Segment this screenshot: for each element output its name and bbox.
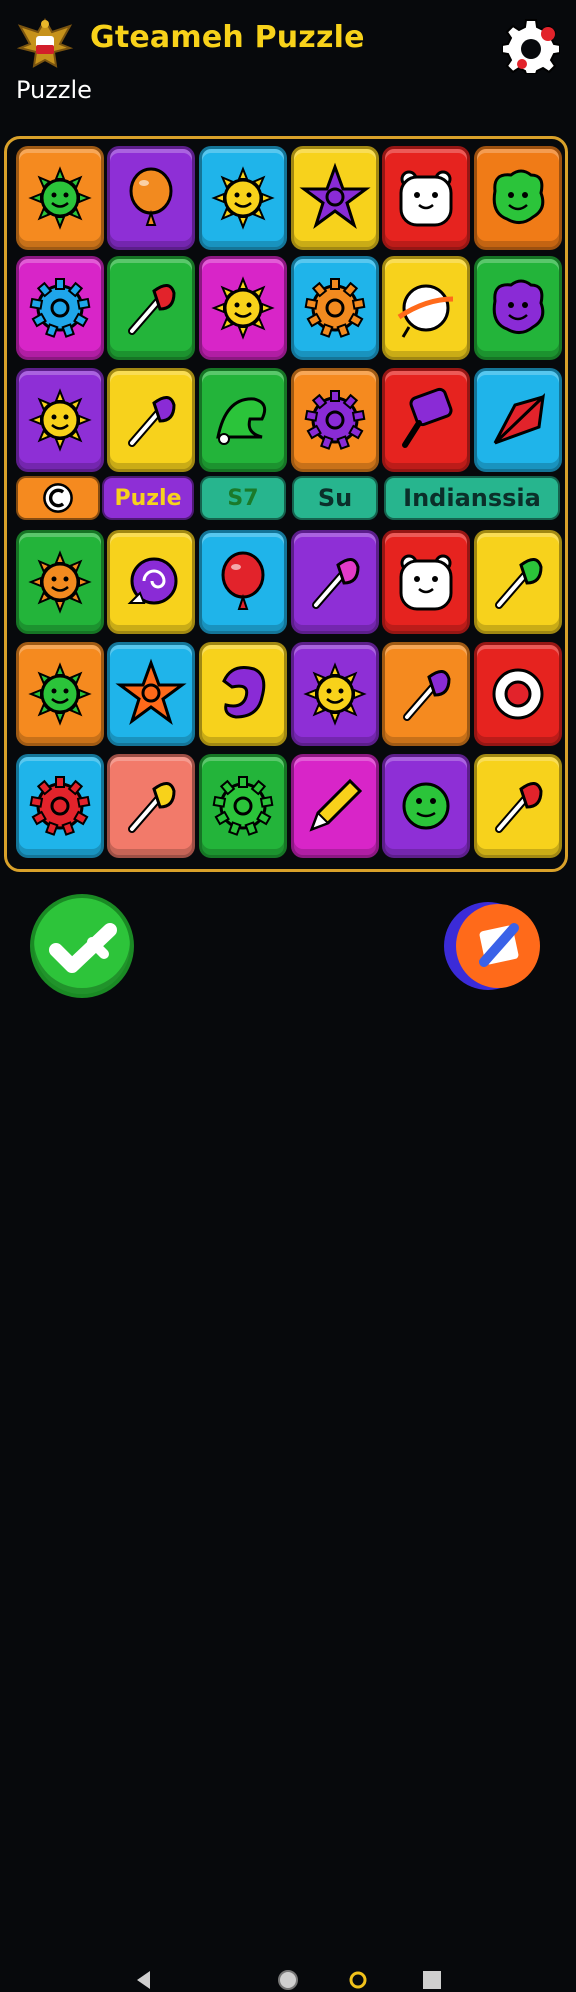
puzzle-tile[interactable] — [382, 368, 470, 472]
red-gear-icon — [29, 776, 91, 836]
square-icon[interactable] — [420, 1968, 444, 1992]
puzzle-tile[interactable] — [291, 146, 379, 250]
eagle-logo-icon — [16, 18, 74, 68]
orange-sun-icon — [28, 550, 92, 614]
pink-brush-icon — [312, 558, 360, 609]
puzzle-tile[interactable] — [291, 754, 379, 858]
word-pill-label: Su — [317, 484, 353, 512]
red-brush-icon — [495, 782, 543, 833]
word-pill-label: Indianssia — [403, 484, 541, 512]
word-pill[interactable]: Puzle — [102, 476, 194, 520]
puzzle-tile[interactable] — [16, 754, 104, 858]
puzzle-tile[interactable] — [199, 368, 287, 472]
rainbow-star-icon — [115, 658, 187, 725]
puzzle-tile[interactable] — [16, 530, 104, 634]
purple-star-icon — [299, 162, 371, 229]
puzzle-tile[interactable] — [107, 146, 195, 250]
puzzle-tile[interactable] — [16, 642, 104, 746]
recent-icon[interactable] — [346, 1968, 370, 1992]
green-blob-icon — [492, 169, 545, 224]
purple-paddle-icon — [402, 387, 453, 448]
blue-gear-icon — [29, 278, 91, 338]
puzzle-tile[interactable] — [199, 256, 287, 360]
yellow-sun-icon — [211, 276, 275, 340]
purple-blob-icon — [492, 279, 545, 334]
green-face-icon — [402, 782, 450, 830]
puzzle-tile[interactable] — [382, 530, 470, 634]
green-sun-icon — [28, 662, 92, 726]
puzzle-tile[interactable] — [474, 530, 562, 634]
yellow-sun-icon — [303, 662, 367, 726]
app-title: Gteameh Puzzle — [90, 20, 365, 55]
word-pill-label: S7 — [227, 485, 259, 511]
white-bear-icon — [399, 170, 453, 227]
puzzle-tile[interactable] — [107, 754, 195, 858]
puzzle-tile[interactable] — [199, 146, 287, 250]
purple-brush-icon — [128, 396, 176, 447]
puzzle-tile[interactable] — [382, 256, 470, 360]
puzzle-tile[interactable] — [474, 256, 562, 360]
word-pill-label: Puzle — [114, 485, 182, 511]
word-pill[interactable]: S7 — [200, 476, 286, 520]
red-eye-icon — [492, 668, 544, 720]
puzzle-tile[interactable] — [291, 256, 379, 360]
purple-brush-icon — [403, 670, 451, 721]
puzzle-tile[interactable] — [291, 642, 379, 746]
puzzle-tile[interactable] — [199, 642, 287, 746]
puzzle-tile[interactable] — [199, 754, 287, 858]
green-gear-icon — [212, 776, 274, 836]
home-icon[interactable] — [276, 1968, 300, 1992]
green-brush-icon — [495, 558, 543, 609]
puzzle-tile[interactable] — [16, 146, 104, 250]
c-coin-icon — [43, 483, 73, 513]
yellow-pencil-icon — [309, 778, 363, 832]
planet-icon — [397, 284, 454, 338]
red-brush-icon — [128, 284, 176, 335]
yellow-sun-icon — [211, 166, 275, 230]
puzzle-tile[interactable] — [474, 146, 562, 250]
puzzle-tile[interactable] — [107, 642, 195, 746]
green-hat-icon — [216, 397, 267, 445]
puzzle-tile[interactable] — [474, 754, 562, 858]
word-pill[interactable]: Su — [292, 476, 378, 520]
puzzle-tile[interactable] — [474, 368, 562, 472]
yellow-brush-icon — [128, 782, 176, 833]
orange-gear-icon — [304, 278, 366, 338]
puzzle-tile[interactable] — [107, 256, 195, 360]
red-fan-icon — [493, 392, 546, 445]
yellow-sun-icon — [28, 388, 92, 452]
puzzle-tile[interactable] — [107, 368, 195, 472]
orange-balloon-icon — [129, 167, 173, 226]
purple-swirl-icon — [127, 557, 178, 605]
red-balloon-icon — [221, 551, 265, 610]
green-sun-icon — [28, 166, 92, 230]
puzzle-tile[interactable] — [291, 530, 379, 634]
puzzle-tile[interactable] — [382, 642, 470, 746]
app-subtitle: Puzzle — [16, 76, 92, 104]
puzzle-tile[interactable] — [199, 530, 287, 634]
header: Gteameh Puzzle Puzzle — [0, 0, 576, 120]
puzzle-tile[interactable] — [474, 642, 562, 746]
gear-icon[interactable] — [502, 16, 560, 74]
word-pill[interactable]: Indianssia — [384, 476, 560, 520]
puzzle-tile[interactable] — [16, 256, 104, 360]
white-bear-icon — [399, 554, 453, 611]
puzzle-tile[interactable] — [382, 146, 470, 250]
coin-pill[interactable] — [16, 476, 100, 520]
puzzle-tile[interactable] — [291, 368, 379, 472]
puzzle-tile[interactable] — [16, 368, 104, 472]
system-navbar — [0, 980, 576, 1990]
purple-gear-icon — [304, 390, 366, 450]
back-icon[interactable] — [132, 1968, 156, 1992]
puzzle-tile[interactable] — [382, 754, 470, 858]
puzzle-tile[interactable] — [107, 530, 195, 634]
purple-hook-icon — [222, 666, 266, 719]
